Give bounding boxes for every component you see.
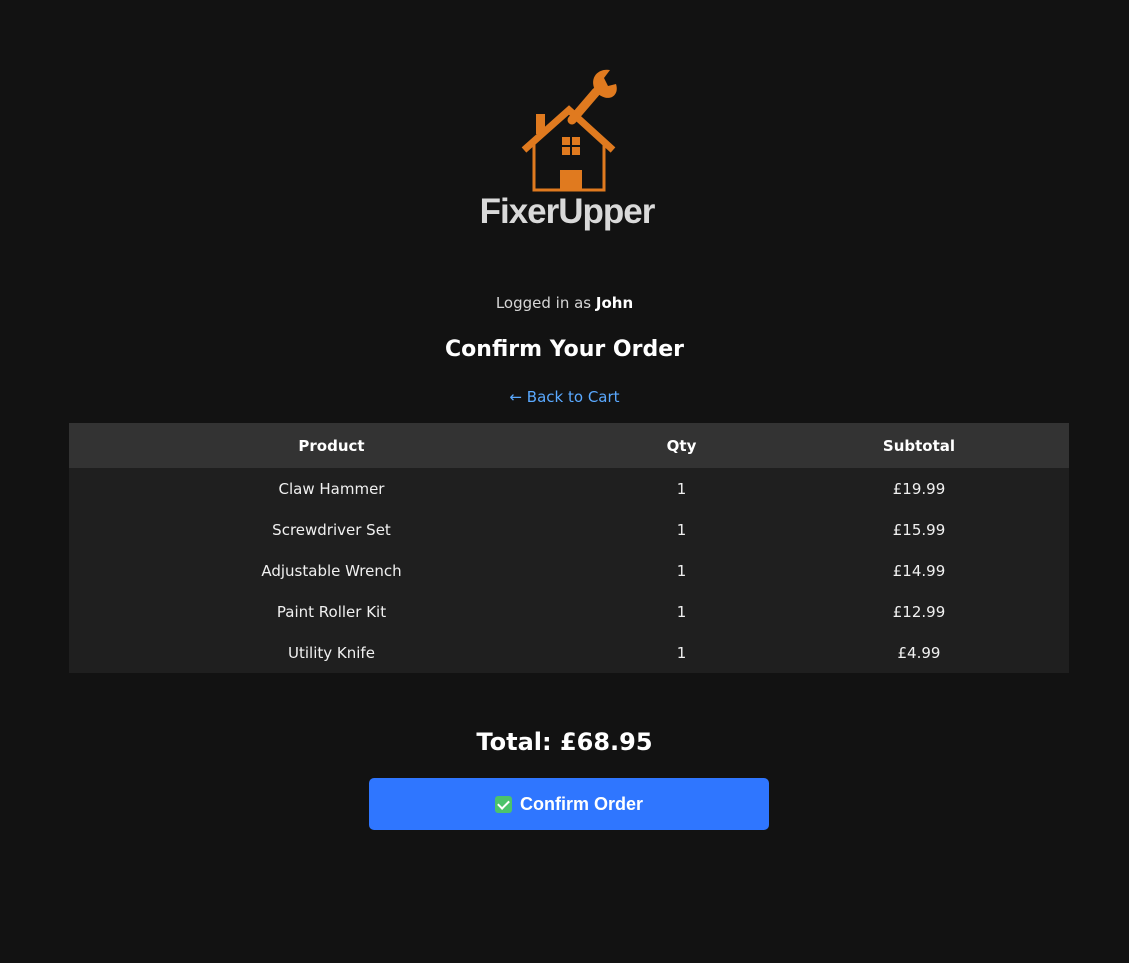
back-link-container: ← Back to Cart	[0, 388, 1129, 406]
product-subtotal: £14.99	[892, 561, 946, 580]
login-status-prefix: Logged in as	[495, 294, 596, 312]
table-row: Claw Hammer 1 £19.99	[69, 468, 1069, 509]
product-qty: 1	[676, 643, 687, 662]
product-qty: 1	[676, 520, 687, 539]
product-subtotal: £15.99	[892, 520, 946, 539]
header-subtotal: Subtotal	[882, 436, 956, 455]
product-subtotal: £4.99	[897, 643, 941, 662]
page: FixerUpper Logged in as John Confirm You…	[0, 0, 1129, 963]
house-wrench-icon	[521, 69, 617, 192]
confirm-order-label: Confirm Order	[519, 793, 643, 814]
brand-name: FixerUpper	[479, 192, 656, 231]
header-qty: Qty	[666, 436, 697, 455]
table-row: Utility Knife 1 £4.99	[69, 632, 1069, 673]
order-total: Total: £68.95	[476, 728, 653, 756]
table-row: Adjustable Wrench 1 £14.99	[69, 550, 1069, 591]
product-qty: 1	[676, 561, 687, 580]
header-product: Product	[298, 436, 365, 455]
product-qty: 1	[676, 602, 687, 621]
confirm-order-button[interactable]: Confirm Order	[369, 778, 769, 830]
order-table: Product Qty Subtotal Claw Hammer 1 £19.9…	[69, 423, 1069, 673]
product-name: Adjustable Wrench	[261, 561, 402, 580]
username: John	[595, 294, 634, 312]
table-header-row: Product Qty Subtotal	[69, 423, 1069, 468]
login-status: Logged in as John	[0, 294, 1129, 312]
brand-logo: FixerUpper	[472, 68, 662, 240]
product-name: Utility Knife	[288, 643, 375, 662]
product-name: Screwdriver Set	[272, 520, 391, 539]
back-to-cart-link[interactable]: ← Back to Cart	[509, 388, 619, 406]
product-qty: 1	[676, 479, 687, 498]
product-name: Claw Hammer	[278, 479, 385, 498]
product-name: Paint Roller Kit	[276, 602, 387, 621]
check-mark-icon	[494, 795, 512, 813]
product-subtotal: £12.99	[892, 602, 946, 621]
page-title: Confirm Your Order	[445, 337, 684, 362]
product-subtotal: £19.99	[892, 479, 946, 498]
table-row: Paint Roller Kit 1 £12.99	[69, 591, 1069, 632]
table-row: Screwdriver Set 1 £15.99	[69, 509, 1069, 550]
